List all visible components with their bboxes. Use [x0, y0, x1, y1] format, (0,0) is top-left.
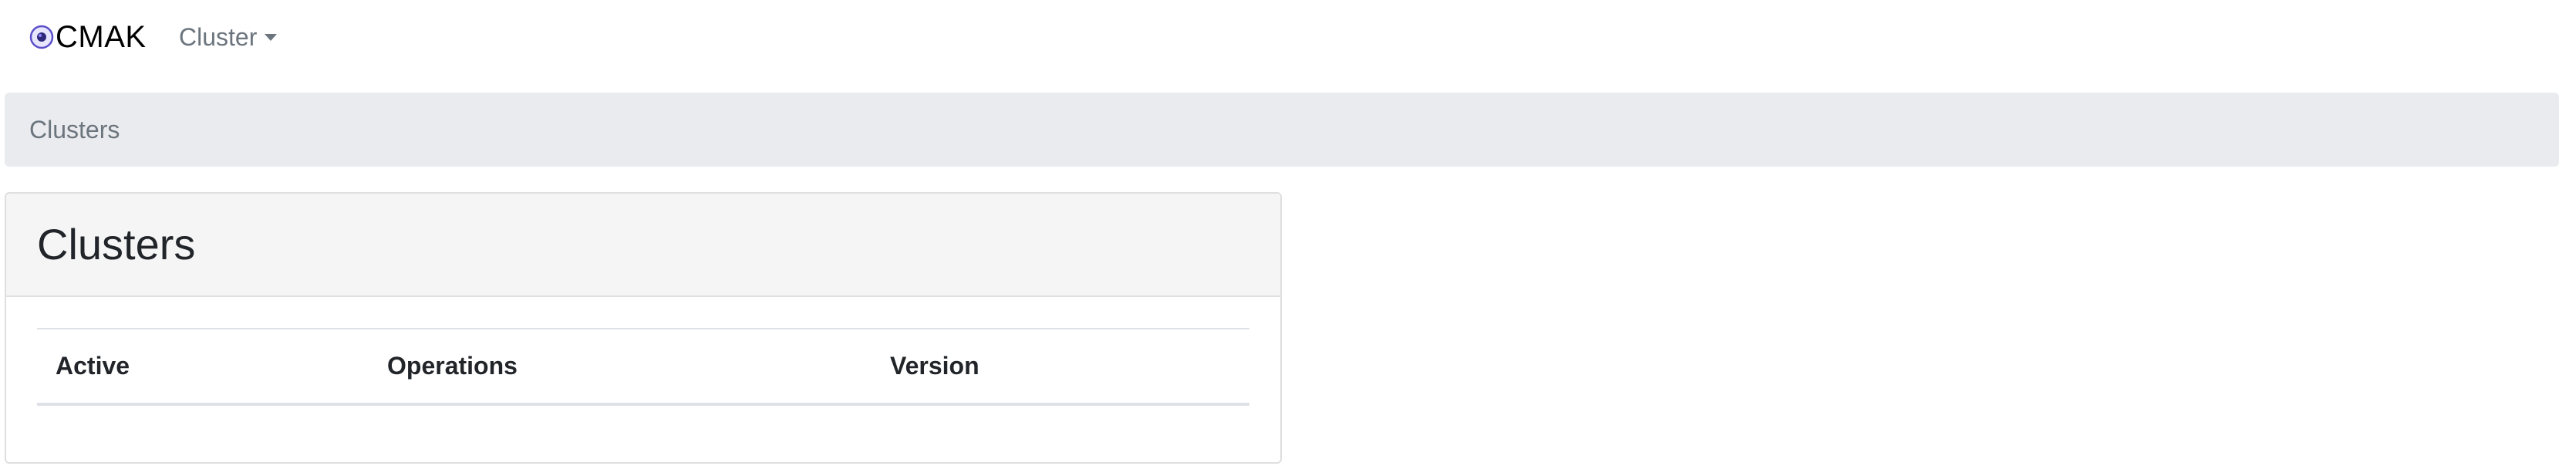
column-header-operations[interactable]: Operations	[369, 329, 872, 404]
table-header-row: Active Operations Version	[37, 329, 1249, 404]
clusters-table: Active Operations Version	[37, 328, 1249, 406]
card-header: Clusters	[6, 194, 1280, 297]
brand-name: CMAK	[56, 20, 147, 54]
breadcrumb-item-clusters: Clusters	[29, 115, 120, 144]
breadcrumb: Clusters	[5, 93, 2559, 167]
caret-down-icon	[265, 33, 278, 41]
cmak-logo-icon	[29, 25, 54, 49]
page-title: Clusters	[37, 220, 196, 268]
column-header-version[interactable]: Version	[872, 329, 1249, 404]
navbar: CMAK Cluster	[0, 0, 2576, 74]
card-body: Active Operations Version	[6, 297, 1280, 406]
cluster-dropdown-label: Cluster	[179, 23, 258, 51]
cluster-dropdown[interactable]: Cluster	[179, 20, 278, 54]
clusters-card: Clusters Active Operations Version	[5, 192, 1282, 464]
column-header-active[interactable]: Active	[37, 329, 369, 404]
brand-link[interactable]: CMAK	[29, 17, 147, 57]
